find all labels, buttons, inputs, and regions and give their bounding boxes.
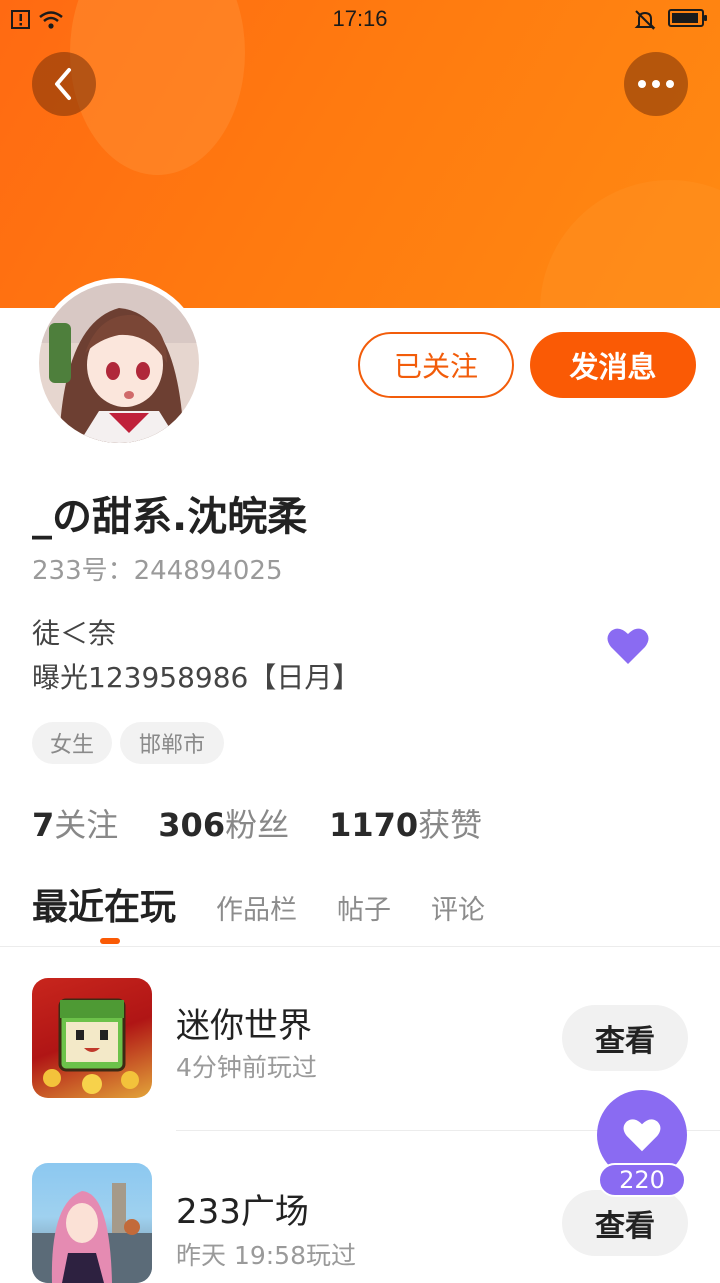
stat-likes: 1170获赞: [329, 806, 483, 844]
stat-following[interactable]: 7关注: [32, 800, 118, 846]
profile-tabs: 最近在玩 作品栏 帖子 评论: [32, 878, 525, 930]
back-button[interactable]: [32, 52, 96, 116]
view-game-button[interactable]: 查看: [562, 1190, 688, 1256]
tab-comments[interactable]: 评论: [431, 888, 485, 927]
clock: 17:16: [332, 6, 388, 31]
profile-banner: [0, 0, 720, 308]
more-options-button[interactable]: [624, 52, 688, 116]
more-dots-icon: [638, 80, 674, 88]
stat-fans[interactable]: 306粉丝: [158, 800, 289, 846]
divider: [0, 946, 720, 947]
followed-button[interactable]: 已关注: [358, 332, 514, 398]
game-name[interactable]: 迷你世界: [176, 998, 312, 1047]
last-played-time: 昨天 19:58玩过: [176, 1241, 356, 1270]
mute-bell-icon: [634, 10, 656, 30]
bio-line: 徒＜奈: [32, 617, 117, 650]
send-message-button[interactable]: 发消息: [530, 332, 696, 398]
bio-line: 曝光123958986【日月】: [32, 661, 361, 694]
battery-icon: [668, 9, 707, 27]
tab-posts[interactable]: 帖子: [337, 888, 391, 927]
username: _の甜系.沈皖柔: [32, 494, 308, 540]
active-tab-indicator: [100, 938, 120, 944]
gender-tag: 女生: [32, 722, 112, 764]
tab-works[interactable]: 作品栏: [216, 888, 297, 927]
banner-decoration: [540, 180, 720, 308]
stats-row: 7关注 306粉丝 1170获赞: [32, 800, 482, 846]
avatar[interactable]: [34, 278, 204, 448]
game-name[interactable]: 233广场: [176, 1184, 309, 1233]
233-plaza-game-icon[interactable]: [32, 1163, 152, 1283]
heart-icon: [623, 1119, 661, 1152]
heart-icon[interactable]: [606, 626, 650, 666]
mini-world-game-icon[interactable]: [32, 978, 152, 1098]
tab-recently-played[interactable]: 最近在玩: [32, 878, 176, 930]
avatar-image: [39, 283, 199, 443]
back-arrow-icon: [55, 68, 71, 100]
view-game-button[interactable]: 查看: [562, 1005, 688, 1071]
user-id: 233号：244894025: [32, 556, 283, 586]
location-tag: 邯郸市: [120, 722, 224, 764]
last-played-time: 4分钟前玩过: [176, 1053, 317, 1082]
like-count-badge: 220: [598, 1163, 686, 1197]
status-bar: 17:16: [0, 0, 720, 40]
